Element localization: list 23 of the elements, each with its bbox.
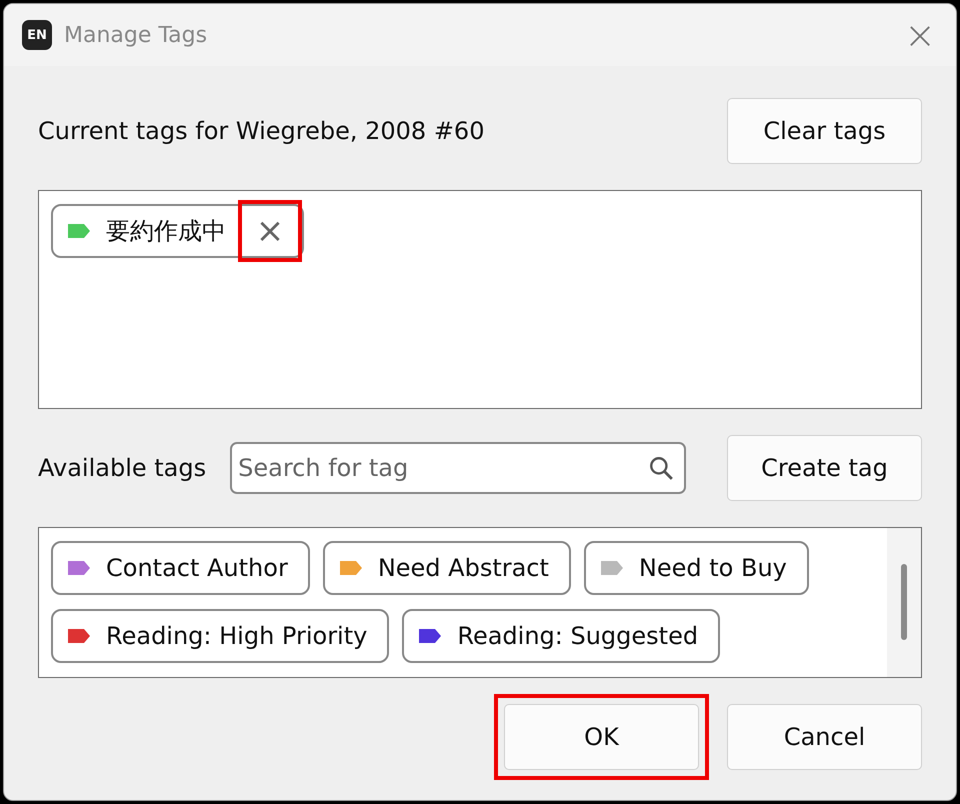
tag-name: Reading: Suggested — [457, 622, 698, 650]
tag-chip[interactable]: Reading: Suggested — [402, 609, 720, 663]
tag-name: Contact Author — [106, 554, 288, 582]
tag-chip[interactable]: Need to Buy — [584, 541, 809, 595]
app-badge: EN — [22, 20, 52, 50]
close-button[interactable]: × — [898, 16, 942, 54]
tag-chip[interactable]: Reading: High Priority — [51, 609, 390, 663]
dialog-button[interactable]: OK — [504, 704, 699, 770]
available-tags-label: Available tags — [38, 454, 206, 482]
current-tags-label: Current tags for Wiegrebe, 2008 #60 — [38, 117, 484, 145]
window-title: Manage Tags — [64, 22, 208, 48]
search-icon — [648, 455, 674, 481]
tag-name: Need to Buy — [638, 554, 787, 582]
clear-tags-button[interactable]: Clear tags — [727, 98, 922, 164]
tag-chip[interactable]: Need Abstract — [322, 541, 571, 595]
scrollbar-thumb[interactable] — [901, 564, 907, 640]
create-tag-button[interactable]: Create tag — [727, 435, 922, 501]
tag-name: 要約作成中 — [106, 216, 226, 247]
tag-name: Reading: High Priority — [106, 622, 368, 650]
tag-chip[interactable]: Contact Author — [51, 541, 310, 595]
search-field[interactable]: Search for tag — [230, 442, 686, 494]
dialog-button[interactable]: Cancel — [727, 704, 922, 770]
tag-name: Need Abstract — [378, 554, 549, 582]
